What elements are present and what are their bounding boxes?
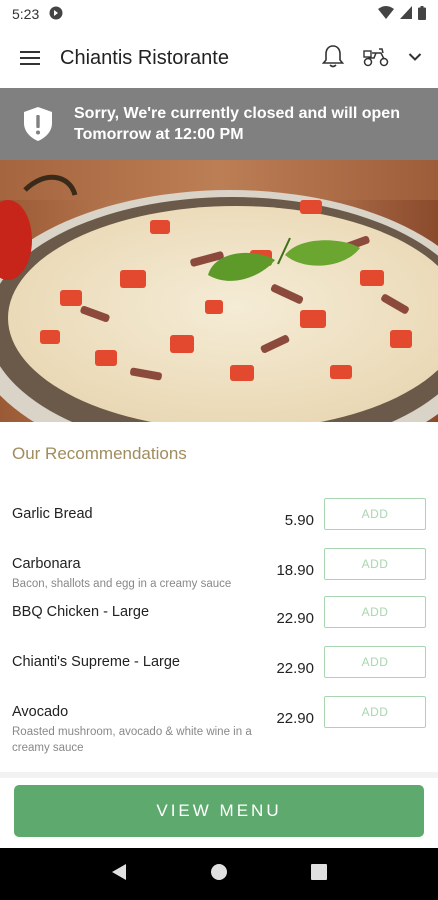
signal-icon xyxy=(400,6,412,22)
closed-banner: Sorry, We're currently closed and will o… xyxy=(0,88,438,160)
menu-item-description: Bacon, shallots and egg in a creamy sauc… xyxy=(12,578,232,590)
app-notification-icon xyxy=(49,6,63,23)
menu-item-name: BBQ Chicken - Large xyxy=(12,604,150,620)
section-divider xyxy=(0,772,438,778)
page-title: Chiantis Ristorante xyxy=(60,46,229,69)
closed-message: Sorry, We're currently closed and will o… xyxy=(74,103,400,145)
menu-item-name: Avocado xyxy=(12,704,69,720)
menu-item-price: 18.90 xyxy=(276,562,314,579)
wifi-icon xyxy=(378,5,394,23)
shield-alert-icon xyxy=(24,107,52,141)
add-button[interactable]: ADD xyxy=(324,596,426,628)
menu-item-name: Garlic Bread xyxy=(12,506,93,522)
battery-icon xyxy=(418,5,426,23)
back-icon[interactable] xyxy=(110,862,128,887)
bell-icon[interactable] xyxy=(321,44,345,73)
menu-item-price: 22.90 xyxy=(276,710,314,727)
add-button[interactable]: ADD xyxy=(324,548,426,580)
system-navigation-bar xyxy=(0,848,438,900)
menu-item: Avocado Roasted mushroom, avocado & whit… xyxy=(0,696,438,754)
add-button[interactable]: ADD xyxy=(324,646,426,678)
hamburger-menu-icon[interactable] xyxy=(16,44,44,72)
recommendations-heading: Our Recommendations xyxy=(12,444,187,463)
recents-icon[interactable] xyxy=(310,863,328,886)
chevron-down-icon[interactable] xyxy=(408,49,422,67)
menu-item-name: Chianti's Supreme - Large xyxy=(12,654,180,670)
closed-message-line1: Sorry, We're currently closed and will o… xyxy=(74,105,400,122)
closed-message-line2: Tomorrow at 12:00 PM xyxy=(74,126,244,143)
menu-item-price: 22.90 xyxy=(276,660,314,677)
menu-item-price: 5.90 xyxy=(284,512,314,529)
menu-item-description: Roasted mushroom, avocado & white wine i… xyxy=(12,726,252,754)
status-bar: 5:23 xyxy=(0,0,438,28)
menu-item-name: Carbonara xyxy=(12,556,81,572)
menu-item-price: 22.90 xyxy=(276,610,314,627)
status-time: 5:23 xyxy=(12,6,40,22)
hero-pizza-image xyxy=(0,160,438,422)
add-button[interactable]: ADD xyxy=(324,498,426,530)
recommendations-section: Our Recommendations Garlic Bread 5.90 AD… xyxy=(0,422,438,778)
add-button[interactable]: ADD xyxy=(324,696,426,728)
home-icon[interactable] xyxy=(209,862,229,887)
app-bar: Chiantis Ristorante xyxy=(0,28,438,88)
delivery-scooter-icon[interactable] xyxy=(362,45,390,72)
view-menu-button[interactable]: VIEW MENU xyxy=(14,785,424,837)
